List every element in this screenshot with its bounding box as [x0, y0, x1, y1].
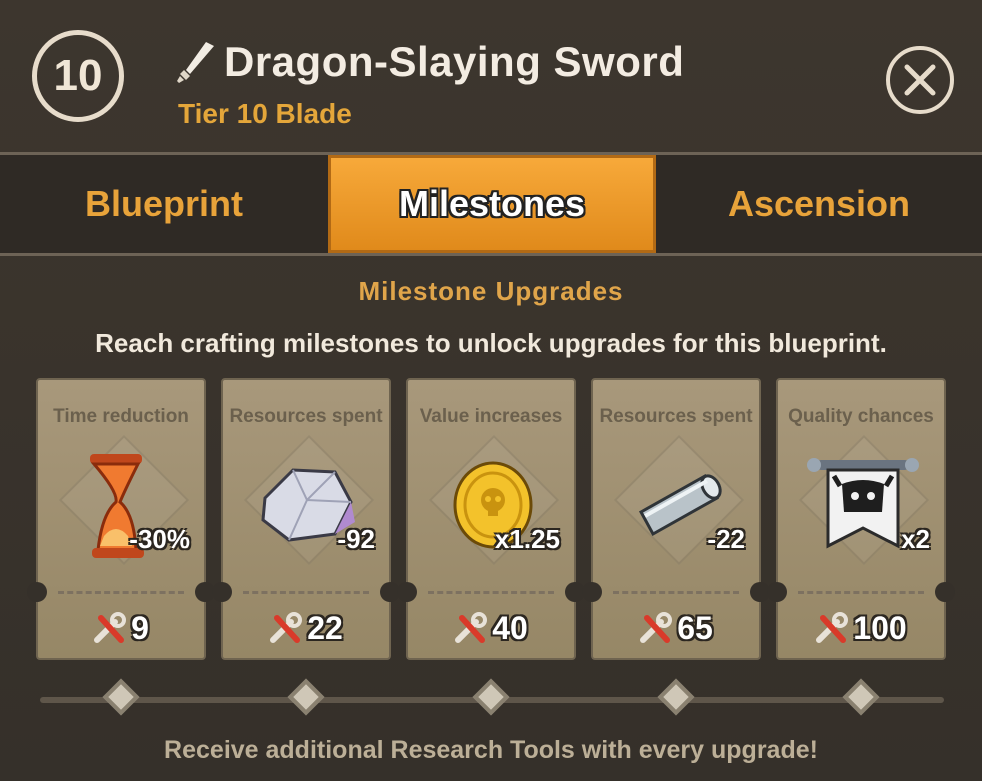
milestone-card[interactable]: Time reduction -30% 9 [27, 378, 215, 660]
milestone-card[interactable]: Resources spent -92 22 [212, 378, 400, 660]
cost-value: 40 [492, 610, 528, 646]
card-value: -22 [707, 524, 745, 554]
card-label: Time reduction [53, 406, 189, 427]
footer-note: Receive additional Research Tools with e… [164, 736, 818, 764]
card-notch [27, 582, 47, 602]
milestone-card[interactable]: Quality chances x2 100 [767, 378, 955, 660]
section-description: Reach crafting milestones to unlock upgr… [95, 328, 887, 358]
card-value: -92 [337, 524, 375, 554]
card-label: Resources spent [599, 406, 753, 427]
card-notch [935, 582, 955, 602]
tab-bar: Blueprint Milestones Ascension [0, 155, 982, 253]
research-tools-icon [270, 611, 303, 643]
milestone-card[interactable]: Resources spent -22 65 [582, 378, 770, 660]
card-label: Value increases [419, 406, 563, 427]
tabs-divider [0, 253, 982, 256]
tab-blueprint[interactable]: Blueprint [0, 155, 328, 253]
sword-icon [177, 42, 214, 83]
milestone-node-icon [287, 678, 325, 716]
page-title: Dragon-Slaying Sword [224, 38, 685, 85]
milestone-node-icon [657, 678, 695, 716]
card-cost: 65 [593, 610, 759, 647]
milestone-card[interactable]: Value increases x1.25 40 [397, 378, 585, 660]
card-cost: 100 [778, 610, 944, 647]
level-number: 10 [53, 51, 103, 100]
milestone-cards: Time reduction -30% 9 Resources spent -9… [27, 378, 955, 660]
research-tools-icon [816, 611, 849, 643]
card-value: x2 [901, 524, 930, 554]
header: 10 Dragon-Slaying Sword Tier 10 Blade [0, 0, 982, 152]
section-title: Milestone Upgrades [358, 276, 624, 306]
card-value: -30% [129, 524, 190, 554]
card-label: Quality chances [788, 406, 934, 427]
research-tools-icon [94, 611, 127, 643]
title-row: Dragon-Slaying Sword [176, 38, 684, 86]
research-tools-icon [455, 611, 488, 643]
cost-value: 100 [853, 610, 907, 646]
card-divider [798, 591, 924, 594]
card-divider [243, 591, 369, 594]
card-cost: 9 [38, 610, 204, 647]
card-divider [58, 591, 184, 594]
milestone-node-icon [472, 678, 510, 716]
research-tools-icon [640, 611, 673, 643]
milestone-node-icon [102, 678, 140, 716]
card-divider [428, 591, 554, 594]
tab-ascension[interactable]: Ascension [656, 155, 982, 253]
card-notch [397, 582, 417, 602]
card-divider [613, 591, 739, 594]
close-button[interactable] [886, 46, 954, 114]
card-cost: 22 [223, 610, 389, 647]
card-notch [582, 582, 602, 602]
cost-value: 65 [677, 610, 713, 646]
card-label: Resources spent [229, 406, 383, 427]
milestone-node-icon [842, 678, 880, 716]
card-cost: 40 [408, 610, 574, 647]
cost-value: 9 [131, 610, 149, 646]
item-tier: Tier 10 Blade [178, 98, 352, 129]
card-value: x1.25 [494, 524, 560, 554]
tab-milestones[interactable]: Milestones [328, 155, 656, 253]
card-notch [212, 582, 232, 602]
card-notch [767, 582, 787, 602]
cost-value: 22 [307, 610, 343, 646]
blueprint-panel: 10 Dragon-Slaying Sword Tier 10 Blade Bl… [0, 0, 982, 781]
close-icon [904, 64, 936, 96]
level-badge: 10 [32, 30, 124, 122]
